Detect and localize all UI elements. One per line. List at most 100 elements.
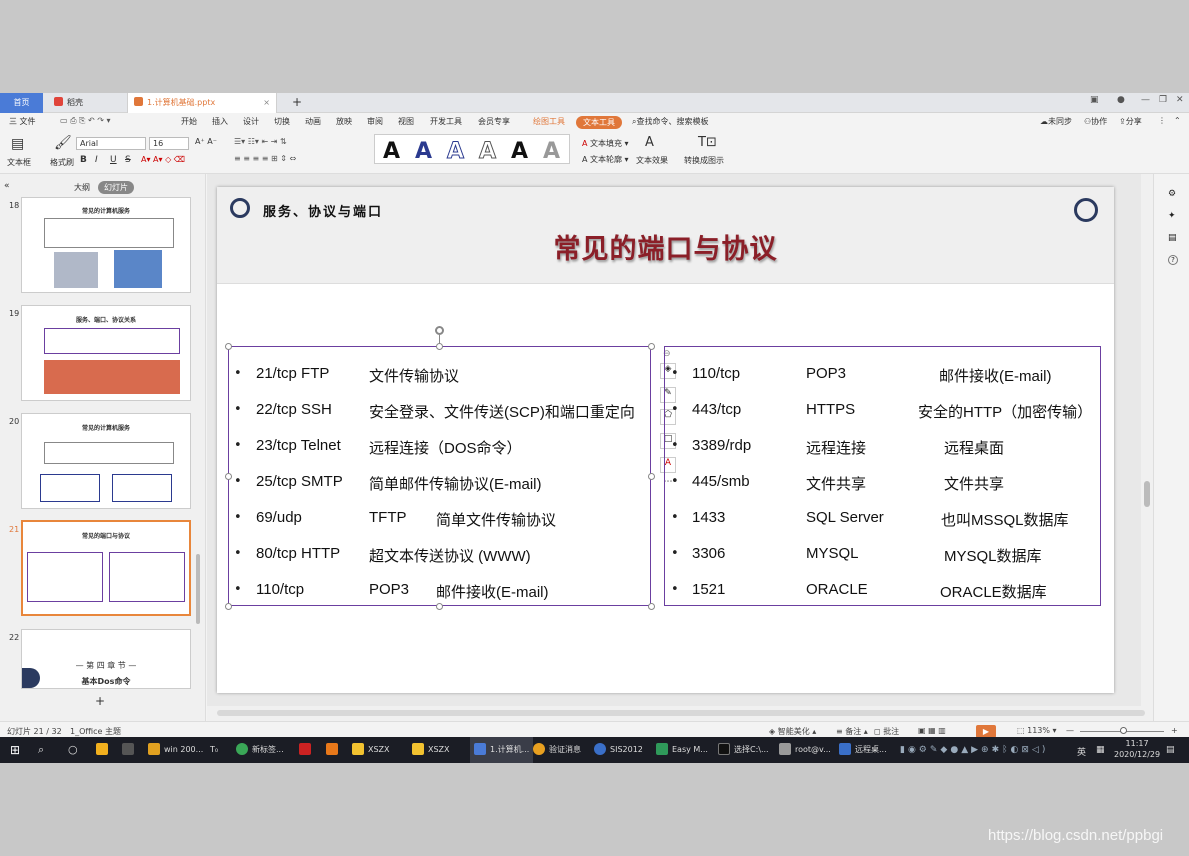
textbox-button[interactable]: 文本框 <box>7 157 31 168</box>
menu-draw-tools[interactable]: 绘图工具 <box>533 116 565 127</box>
search-icon[interactable]: ⌕ <box>38 737 44 763</box>
grow-font-icon[interactable]: A⁺ A⁻ <box>195 137 217 146</box>
text-fill-button[interactable]: A 文本填充 ▾ <box>582 138 629 149</box>
app-64-icon[interactable] <box>299 737 315 763</box>
quick-access-icons[interactable]: ▭ ⎙ ⎘ ↶ ↷ ▾ <box>60 116 111 126</box>
typora-icon[interactable]: T₀ <box>210 737 218 763</box>
font-color-icon[interactable]: A▾ A▾ ◇ ⌫ <box>141 155 185 164</box>
more-icon[interactable]: ⋮ <box>1158 116 1166 125</box>
resize-handle[interactable] <box>648 343 655 350</box>
resize-handle[interactable] <box>225 473 232 480</box>
font-family-select[interactable]: Arial <box>76 137 146 150</box>
slide-thumb-19[interactable]: 服务、端口、协议关系 <box>21 305 191 401</box>
ime-icon[interactable]: ▦ <box>1096 745 1105 755</box>
text-outline-button[interactable]: A 文本轮廓 ▾ <box>582 154 629 165</box>
minimize-icon[interactable]: — <box>1141 95 1150 105</box>
slide-thumb-20[interactable]: 常见的计算机服务 <box>21 413 191 509</box>
italic-button[interactable]: I <box>95 155 98 165</box>
menu-design[interactable]: 设计 <box>243 116 259 127</box>
menu-slideshow[interactable]: 放映 <box>336 116 352 127</box>
horizontal-scrollbar[interactable] <box>207 706 1153 721</box>
pin-icon[interactable]: ✦ <box>1168 211 1178 221</box>
menu-member[interactable]: 会员专享 <box>478 116 510 127</box>
bold-button[interactable]: B <box>80 155 87 165</box>
sync-status[interactable]: ☁未同步 <box>1040 116 1072 127</box>
resize-handle[interactable] <box>436 343 443 350</box>
slide-thumb-22[interactable]: — 第 四 章 节 — 基本Dos命令 <box>21 629 191 689</box>
notes-button[interactable]: ≡ 备注 ▴ <box>836 726 868 737</box>
text-style-2[interactable]: A <box>415 139 432 164</box>
clock[interactable]: 11:17 2020/12/29 <box>1114 733 1160 759</box>
text-style-3[interactable]: A <box>446 139 464 165</box>
slide-thumb-18[interactable]: 常见的计算机服务 <box>21 197 191 293</box>
font-size-select[interactable]: 16 <box>149 137 189 150</box>
menu-developer[interactable]: 开发工具 <box>430 116 462 127</box>
text-effect-icon[interactable]: A <box>645 135 654 150</box>
resize-handle[interactable] <box>648 473 655 480</box>
taskbar-item-sis2012[interactable]: SIS2012 <box>594 737 643 763</box>
menu-start[interactable]: 开始 <box>181 116 197 127</box>
taskbar-item-rdp[interactable]: 远程桌... <box>839 737 887 763</box>
scroll-thumb[interactable] <box>1144 481 1150 507</box>
slide-thumb-21[interactable]: 常见的端口与协议 <box>21 520 191 616</box>
underline-button[interactable]: U <box>110 155 117 165</box>
start-icon[interactable]: ⊞ <box>10 737 20 763</box>
close-tab-icon[interactable]: × <box>263 93 270 113</box>
help-icon[interactable]: ? <box>1168 255 1178 265</box>
input-lang[interactable]: 英 <box>1077 745 1086 758</box>
zoom-level[interactable]: ⬚ 113% ▾ <box>1017 726 1057 735</box>
collab-button[interactable]: ⚇协作 <box>1084 116 1107 127</box>
resize-handle[interactable] <box>225 343 232 350</box>
new-tab-button[interactable]: + <box>286 93 302 113</box>
properties-icon[interactable]: ⚙ <box>1168 189 1178 199</box>
taskbar-item-chrome[interactable]: 新标签... <box>236 737 284 763</box>
convert-diagram-button[interactable]: 转换成图示 <box>684 155 724 166</box>
menu-file[interactable]: 三 文件 <box>9 116 36 127</box>
list-icons[interactable]: ☰▾ ☷▾ ⇤ ⇥ ⇅ <box>234 137 287 146</box>
text-style-4[interactable]: A <box>478 139 496 165</box>
text-style-1[interactable]: A <box>383 139 400 164</box>
taskbar-item-xszx-2[interactable]: XSZX <box>412 737 450 763</box>
panel-scrollbar[interactable] <box>196 554 200 624</box>
collapse-panel-icon[interactable]: « <box>4 181 10 191</box>
tab-home[interactable]: 首页 <box>0 93 43 113</box>
hscroll-thumb[interactable] <box>217 710 1145 716</box>
taskbar-item-easym[interactable]: Easy M... <box>656 737 708 763</box>
layout-icon[interactable]: ▣ <box>1090 95 1099 105</box>
align-icons[interactable]: ≡ ≡ ≡ ≡ ⊞ ⇕ ⇔ <box>234 154 296 163</box>
vertical-scrollbar[interactable] <box>1141 174 1153 706</box>
text-style-6[interactable]: A <box>543 139 560 164</box>
taskbar-item-cmd[interactable]: 选择C:\... <box>718 737 769 763</box>
zoom-out-button[interactable]: — <box>1066 726 1074 735</box>
menu-insert[interactable]: 插入 <box>212 116 228 127</box>
menu-transition[interactable]: 切换 <box>274 116 290 127</box>
taskbar-item-root[interactable]: root@v... <box>779 737 831 763</box>
beautify-button[interactable]: ◈ 智能美化 ▴ <box>769 726 816 737</box>
menu-text-tools[interactable]: 文本工具 <box>576 116 622 129</box>
text-style-5[interactable]: A <box>511 139 528 164</box>
notification-icon[interactable]: ▤ <box>1166 745 1175 755</box>
add-slide-button[interactable]: + <box>95 694 105 708</box>
gallery-icon[interactable]: ▤ <box>1168 233 1178 243</box>
resize-handle[interactable] <box>436 603 443 610</box>
format-painter-button[interactable]: 格式刷 <box>50 157 74 168</box>
share-button[interactable]: ⇪分享 <box>1119 116 1142 127</box>
comment-button[interactable]: ◻ 批注 <box>874 726 899 737</box>
collapse-ribbon-icon[interactable]: ⌃ <box>1174 116 1181 125</box>
view-normal-icon[interactable]: ▣ ▦ ▥ <box>918 726 946 735</box>
taskbar-item-pptx[interactable]: 1.计算机... <box>470 737 534 763</box>
taskbar-item-win200[interactable]: win 200... <box>148 737 203 763</box>
search-command[interactable]: ⌕查找命令、搜索模板 <box>632 116 708 127</box>
taskbar-item-xszx-1[interactable]: XSZX <box>352 737 390 763</box>
tab-straw[interactable]: 稻壳 <box>48 93 124 113</box>
menu-review[interactable]: 审阅 <box>367 116 383 127</box>
strike-button[interactable]: S <box>125 155 131 165</box>
menu-animation[interactable]: 动画 <box>305 116 321 127</box>
close-icon[interactable]: ✕ <box>1176 95 1184 105</box>
avatar[interactable]: ● <box>1117 95 1125 105</box>
taskbar-item-verify[interactable]: 验证消息 <box>533 737 581 763</box>
convert-diagram-icon[interactable]: T⊡ <box>698 135 717 150</box>
task-view-icon[interactable]: ○ <box>68 737 78 763</box>
text-effect-button[interactable]: 文本效果 <box>636 155 668 166</box>
zoom-in-button[interactable]: + <box>1171 726 1178 735</box>
